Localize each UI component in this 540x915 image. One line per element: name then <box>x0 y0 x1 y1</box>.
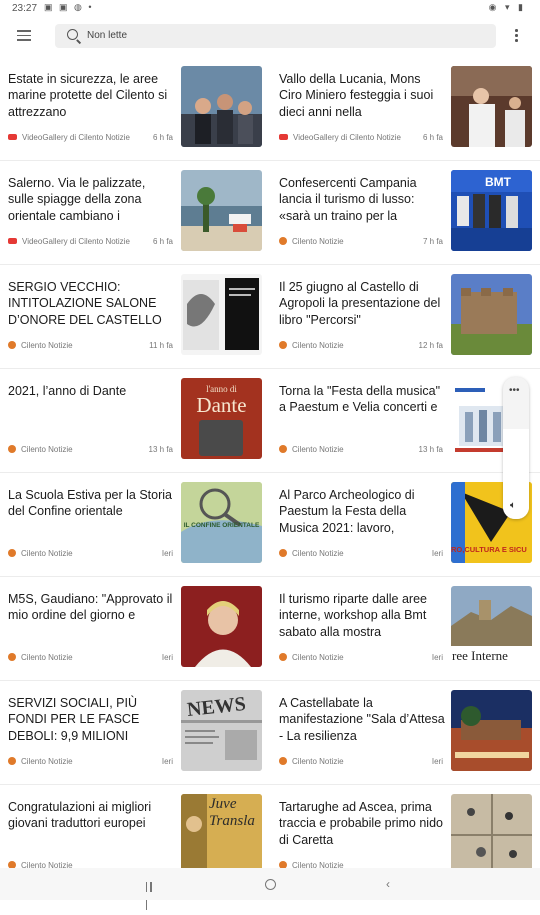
side-panel-overlay[interactable]: ••• 🔈︎ <box>503 377 529 519</box>
news-source: Cilento Notizie <box>279 237 344 246</box>
news-title: Vallo della Lucania, Mons Ciro Miniero f… <box>279 72 434 119</box>
search-bar[interactable]: Non lette <box>55 24 496 48</box>
news-card[interactable]: Confesercenti Campania lancia il turismo… <box>0 160 540 264</box>
news-time: Ieri <box>431 549 443 558</box>
news-card[interactable]: Il 25 giugno al Castello di Agropoli la … <box>0 264 540 368</box>
site-source-icon <box>279 445 287 453</box>
search-icon <box>67 29 78 40</box>
news-source: Cilento Notizie <box>279 341 344 350</box>
back-icon[interactable]: ‹ <box>386 878 390 890</box>
site-source-icon <box>279 549 287 557</box>
news-card[interactable]: Torna la "Festa della musica" a Paestum … <box>0 368 540 472</box>
news-thumbnail: ree Interne <box>451 586 532 667</box>
recents-icon[interactable] <box>146 879 157 910</box>
video-source-icon <box>279 134 288 140</box>
news-title: Tartarughe ad Ascea, prima traccia e pro… <box>279 800 443 847</box>
news-thumbnail <box>451 66 532 147</box>
top-bar: Non lette <box>0 18 540 56</box>
search-placeholder: Non lette <box>87 30 128 41</box>
news-card[interactable]: Il turismo riparte dalle aree interne, w… <box>0 576 540 680</box>
news-title: Torna la "Festa della musica" a Paestum … <box>279 384 441 415</box>
news-source: Cilento Notizie <box>279 445 344 454</box>
system-nav-bar: ‹ <box>0 868 540 910</box>
news-thumbnail <box>451 274 532 355</box>
news-title: Confesercenti Campania lancia il turismo… <box>279 176 417 223</box>
status-time: 23:27 <box>12 3 38 14</box>
news-source: VideoGallery di Cilento Notizie <box>279 133 401 142</box>
news-time: 6 h fa <box>422 133 443 142</box>
news-card[interactable]: Vallo della Lucania, Mons Ciro Miniero f… <box>0 56 540 160</box>
site-source-icon <box>279 653 287 661</box>
news-title: Il 25 giugno al Castello di Agropoli la … <box>279 280 441 327</box>
notification-icons: ▣ ▣ ◍ • <box>44 2 94 12</box>
news-card[interactable]: Al Parco Archeologico di Paestum la Fest… <box>0 472 540 576</box>
news-thumbnail <box>451 690 532 771</box>
news-thumbnail: BMT <box>451 170 532 251</box>
site-source-icon <box>279 341 287 349</box>
news-title: Il turismo riparte dalle aree interne, w… <box>279 592 427 639</box>
status-bar: 23:27 ▣ ▣ ◍ • ◉ ▾ ▮ <box>0 0 540 18</box>
news-title: Al Parco Archeologico di Paestum la Fest… <box>279 488 415 535</box>
news-source: Cilento Notizie <box>279 653 344 662</box>
home-icon[interactable] <box>265 879 276 890</box>
news-thumbnail <box>451 794 532 875</box>
news-title: A Castellabate la manifestazione "Sala d… <box>279 696 445 743</box>
news-time: 12 h fa <box>418 341 443 350</box>
more-vert-icon[interactable] <box>515 29 519 44</box>
news-time: Ieri <box>431 653 443 662</box>
site-source-icon <box>279 237 287 245</box>
hamburger-icon[interactable] <box>17 30 31 41</box>
news-source: Cilento Notizie <box>279 757 344 766</box>
news-time: 7 h fa <box>422 237 443 246</box>
volume-slider[interactable] <box>503 429 529 519</box>
more-horiz-icon[interactable]: ••• <box>509 385 520 396</box>
volume-icon[interactable]: 🔈︎ <box>510 500 516 511</box>
news-source: Cilento Notizie <box>279 549 344 558</box>
news-time: 13 h fa <box>418 445 443 454</box>
svg-text:BMT: BMT <box>485 175 512 189</box>
news-card[interactable]: A Castellabate la manifestazione "Sala d… <box>0 680 540 784</box>
system-icons: ◉ ▾ ▮ <box>488 2 526 12</box>
news-time: Ieri <box>431 757 443 766</box>
site-source-icon <box>279 757 287 765</box>
